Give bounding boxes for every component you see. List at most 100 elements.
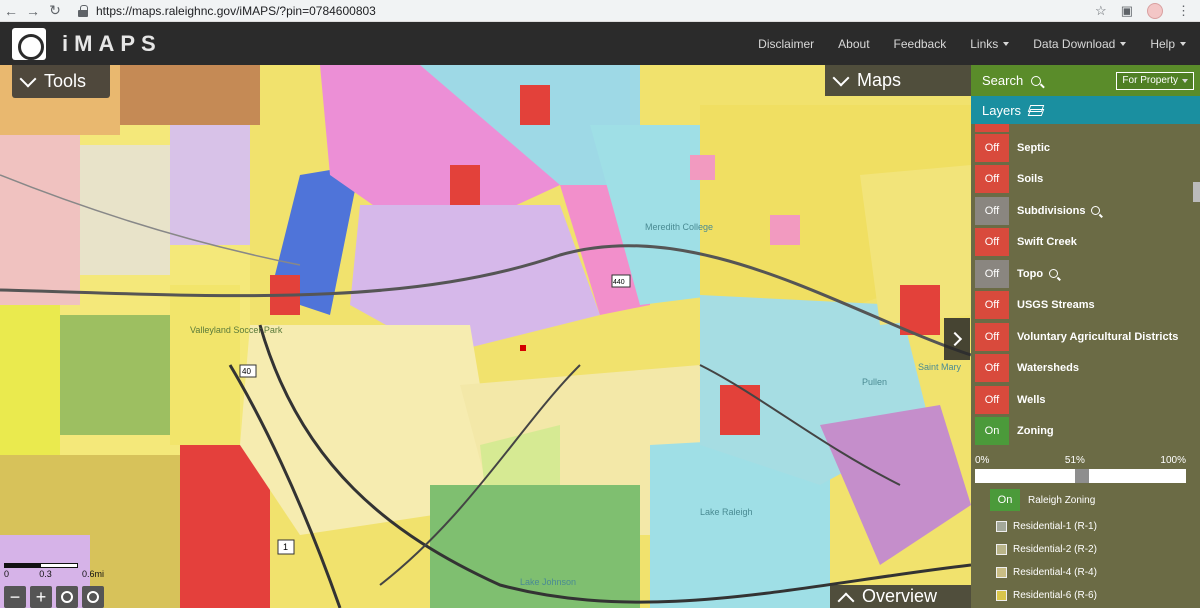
layer-toggle-button[interactable]: Off <box>975 385 1009 414</box>
scale-label: 0.6mi <box>81 569 104 579</box>
layer-label: Septic <box>1017 141 1051 154</box>
search-label: Search <box>982 73 1024 88</box>
legend-item: Residential-2 (R-2) <box>971 538 1200 561</box>
search-icon[interactable] <box>1031 75 1042 86</box>
map-label: Lake Johnson <box>520 577 576 587</box>
raleigh-logo-icon <box>12 27 46 60</box>
zoom-in-button[interactable]: + <box>30 586 52 608</box>
crosshair-icon <box>87 591 99 603</box>
caret-down-icon <box>1003 41 1010 46</box>
layer-toggle-button[interactable]: Off <box>975 196 1009 225</box>
layers-header[interactable]: Layers <box>971 96 1200 124</box>
logo[interactable]: iMAPS <box>12 27 162 60</box>
legend-swatch <box>996 590 1007 601</box>
tools-toggle[interactable]: Tools <box>12 65 110 98</box>
zoom-in-icon[interactable] <box>1091 206 1101 216</box>
layer-label: Subdivisions <box>1017 204 1086 217</box>
menu-about[interactable]: About <box>838 37 869 51</box>
legend-label: Residential-1 (R-1) <box>1013 521 1097 532</box>
layer-label: Wells <box>1017 393 1046 406</box>
layer-toggle-button[interactable]: Off <box>975 165 1009 194</box>
layer-toggle-button[interactable]: Off <box>975 322 1009 351</box>
map-label: Saint Mary <box>918 362 962 372</box>
maps-label: Maps <box>857 70 902 90</box>
caret-down-icon <box>1180 41 1186 46</box>
scale-bar: 0 0.3 0.6mi <box>4 563 104 579</box>
layer-label: Watersheds <box>1017 362 1079 375</box>
search-bar[interactable]: Search For Property <box>971 65 1200 96</box>
address-bar[interactable]: https://maps.raleighnc.gov/iMAPS/?pin=07… <box>78 0 1095 22</box>
sublayer-label: Raleigh Zoning <box>1028 494 1096 506</box>
opacity-slider[interactable] <box>975 469 1186 483</box>
road-shield-40: 40 <box>239 364 257 378</box>
scale-graphic <box>4 563 78 568</box>
layer-row-wells: Off Wells <box>975 384 1200 416</box>
legend-label: Residential-2 (R-2) <box>1013 544 1097 555</box>
legend-item: Residential-6 (R-6) <box>971 584 1200 607</box>
zoom-out-button[interactable]: − <box>4 586 26 608</box>
back-icon[interactable]: ← <box>0 0 22 22</box>
sublayer-toggle-button[interactable]: On <box>990 489 1020 511</box>
layer-toggle-button[interactable]: Off <box>975 133 1009 162</box>
search-mode-select[interactable]: For Property <box>1116 71 1194 90</box>
menu-label: Feedback <box>893 36 947 51</box>
layer-label: Voluntary Agricultural Districts <box>1017 330 1179 343</box>
layer-label: Swift Creek <box>1017 236 1077 249</box>
layer-toggle-button[interactable]: Off <box>975 291 1009 320</box>
profile-avatar[interactable] <box>1147 2 1163 19</box>
caret-down-icon <box>1120 41 1127 46</box>
layer-toggle-button[interactable]: Off <box>975 228 1009 257</box>
legend-label: Residential-4 (R-4) <box>1013 567 1097 578</box>
menu-data-download[interactable]: Data Download <box>1033 37 1127 51</box>
layer-label: Zoning <box>1017 425 1054 438</box>
overview-toggle[interactable]: Overview <box>830 585 971 609</box>
tools-label: Tools <box>44 71 87 91</box>
caret-down-icon <box>1182 78 1188 83</box>
chevron-down-icon <box>19 70 37 87</box>
opacity-min-label: 0% <box>975 455 990 466</box>
search-mode-value: For Property <box>1122 75 1178 86</box>
url-text[interactable]: https://maps.raleighnc.gov/iMAPS/?pin=07… <box>96 4 376 18</box>
menu-feedback[interactable]: Feedback <box>894 37 947 51</box>
legend-swatch <box>996 544 1007 555</box>
layer-row-septic: Off Septic <box>975 132 1200 164</box>
layer-row-usgs-streams: Off USGS Streams <box>975 290 1200 322</box>
more-menu-icon[interactable]: ⋮ <box>1177 3 1190 19</box>
layer-toggle-partial[interactable] <box>975 124 1009 132</box>
layer-label: Topo <box>1017 267 1044 280</box>
layer-row-soils: Off Soils <box>975 164 1200 196</box>
layer-row-zoning: On Zoning <box>975 416 1200 448</box>
collapse-panel-button[interactable] <box>944 318 970 360</box>
locate-button[interactable] <box>82 586 104 608</box>
road-shield-1: 1 <box>277 539 295 555</box>
scale-label: 0.3 <box>39 569 52 579</box>
maps-toggle[interactable]: Maps <box>825 65 971 96</box>
extension-icon[interactable]: ▣ <box>1121 3 1133 19</box>
layer-list: Off Septic Off Soils Off Subdivisions Off Sw… <box>971 132 1200 447</box>
star-icon[interactable]: ☆ <box>1095 3 1107 19</box>
sublayer-row: On Raleigh Zoning <box>971 483 1200 511</box>
opacity-control: 0% 51% 100% <box>971 447 1200 483</box>
road-shield-440: 440 <box>611 274 631 288</box>
layer-toggle-button[interactable]: Off <box>975 259 1009 288</box>
menu-label: About <box>838 36 870 51</box>
menu-help[interactable]: Help <box>1150 37 1186 51</box>
zoom-in-icon[interactable] <box>1049 269 1059 279</box>
panel-scrollbar[interactable] <box>1193 182 1200 202</box>
layer-toggle-button[interactable]: On <box>975 417 1009 446</box>
map-canvas[interactable]: Meredith College Lake Raleigh Lake Johns… <box>0 65 971 608</box>
reload-icon[interactable]: ↻ <box>44 0 66 22</box>
map-controls: − + <box>4 586 104 608</box>
layer-toggle-button[interactable]: Off <box>975 354 1009 383</box>
legend-label: Residential-6 (R-6) <box>1013 590 1097 601</box>
menu-links[interactable]: Links <box>970 37 1010 51</box>
svg-text:40: 40 <box>242 367 251 376</box>
zoning-map[interactable]: Meredith College Lake Raleigh Lake Johns… <box>0 65 971 608</box>
forward-icon[interactable]: → <box>22 0 44 22</box>
opacity-slider-handle[interactable] <box>1075 469 1089 483</box>
menu-disclaimer[interactable]: Disclaimer <box>758 37 814 51</box>
legend-swatch <box>996 521 1007 532</box>
basemap-button[interactable] <box>56 586 78 608</box>
scale-label: 0 <box>4 569 10 579</box>
lock-icon <box>78 4 88 17</box>
